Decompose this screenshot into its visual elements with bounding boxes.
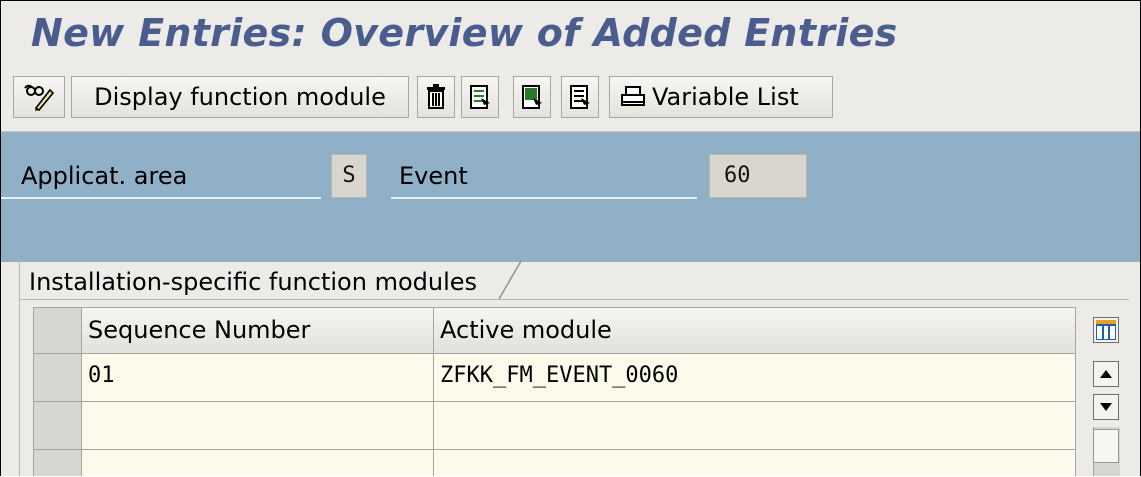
deselect-all-icon bbox=[570, 85, 590, 109]
tab-underline bbox=[19, 299, 1129, 300]
scroll-up-button[interactable] bbox=[1093, 361, 1119, 387]
column-config-icon bbox=[1096, 320, 1116, 340]
cell-sequence[interactable]: 01 bbox=[82, 354, 434, 402]
function-module-table: Sequence Number Active module 01 ZFKK_FM… bbox=[33, 307, 1076, 476]
event-label: Event bbox=[391, 153, 697, 199]
variable-list-label: Variable List bbox=[652, 83, 799, 111]
applic-area-label: Applicat. area bbox=[1, 153, 321, 199]
row-selector[interactable] bbox=[34, 450, 82, 476]
tab-edge bbox=[498, 260, 522, 300]
scroll-down-button[interactable] bbox=[1093, 394, 1119, 420]
print-icon bbox=[621, 86, 645, 106]
row-selector[interactable] bbox=[34, 354, 82, 402]
display-function-module-label: Display function module bbox=[94, 83, 386, 111]
variable-list-button[interactable]: Variable List bbox=[609, 76, 833, 118]
cell-active-module[interactable] bbox=[434, 402, 1076, 450]
select-all-icon bbox=[470, 85, 490, 109]
column-header-sequence[interactable]: Sequence Number bbox=[82, 308, 434, 354]
scroll-up-icon bbox=[1100, 370, 1112, 378]
cell-sequence[interactable] bbox=[82, 402, 434, 450]
event-value[interactable]: 60 bbox=[709, 154, 807, 198]
display-function-module-button[interactable]: Display function module bbox=[71, 76, 409, 118]
sap-window: New Entries: Overview of Added Entries D… bbox=[0, 0, 1141, 476]
scroll-down-icon bbox=[1100, 403, 1112, 411]
applic-area-value[interactable]: S bbox=[331, 154, 367, 198]
edit-glasses-icon bbox=[24, 84, 55, 112]
tab-installation-specific[interactable]: Installation-specific function modules bbox=[19, 259, 477, 299]
select-block-icon bbox=[522, 85, 542, 109]
cell-sequence[interactable] bbox=[82, 450, 434, 476]
column-config-button[interactable] bbox=[1093, 317, 1119, 343]
delete-icon bbox=[427, 84, 445, 109]
title-bar: New Entries: Overview of Added Entries bbox=[1, 1, 1140, 67]
select-all-rows-cell[interactable] bbox=[34, 308, 82, 354]
scrollbar-thumb[interactable] bbox=[1093, 429, 1119, 463]
select-all-button[interactable] bbox=[461, 76, 499, 118]
cell-active-module[interactable]: ZFKK_FM_EVENT_0060 bbox=[434, 354, 1076, 402]
application-toolbar: Display function module Variable List bbox=[1, 67, 1140, 132]
delete-button[interactable] bbox=[417, 76, 455, 118]
select-block-button[interactable] bbox=[513, 76, 551, 118]
deselect-all-button[interactable] bbox=[561, 76, 599, 118]
page-title: New Entries: Overview of Added Entries bbox=[31, 11, 898, 55]
row-selector[interactable] bbox=[34, 402, 82, 450]
column-header-active-module[interactable]: Active module bbox=[434, 308, 1076, 354]
display-change-button[interactable] bbox=[13, 76, 65, 118]
cell-active-module[interactable] bbox=[434, 450, 1076, 476]
